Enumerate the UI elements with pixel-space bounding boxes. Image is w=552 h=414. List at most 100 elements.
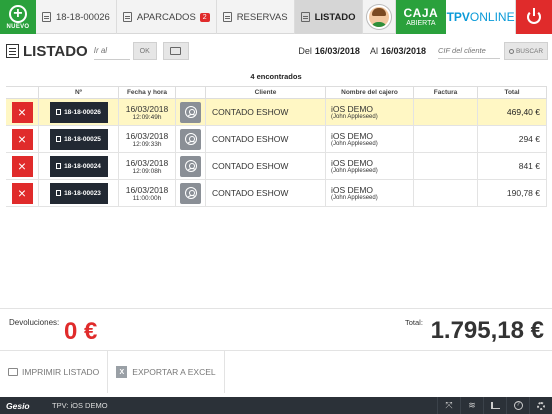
aparcados-count-badge: 2 — [199, 12, 210, 22]
cashier-cell: iOS DEMO (John Appleseed) — [326, 153, 414, 179]
to-date-field[interactable]: 16/03/2018 — [381, 46, 426, 56]
goto-input[interactable] — [93, 42, 130, 60]
from-date-label: Del — [298, 46, 312, 56]
client-name: CONTADO ESHOW — [212, 161, 289, 171]
delete-ticket-button[interactable]: × — [11, 182, 33, 204]
number-cell: 18-18-00026 — [39, 99, 119, 125]
returns-value: 0 € — [64, 318, 98, 345]
tpv-online-logo: TPV ONLINE — [446, 0, 517, 34]
from-date-field[interactable]: 16/03/2018 — [315, 46, 360, 56]
ok-button[interactable]: OK — [132, 42, 157, 60]
power-button[interactable] — [516, 0, 552, 34]
avatar — [366, 5, 391, 29]
date-cell: 16/03/2018 11:00:00h — [119, 180, 176, 206]
current-ticket-tab[interactable]: 18-18-00026 — [36, 0, 117, 34]
stats-button[interactable] — [483, 397, 506, 414]
document-icon — [56, 190, 62, 196]
print-list-button[interactable]: IMPRIMIR LISTADO — [0, 351, 109, 393]
ticket-number: 18-18-00026 — [64, 108, 101, 116]
print-ticket-button[interactable] — [162, 42, 189, 60]
delete-cell: × — [6, 99, 39, 125]
user-icon — [184, 160, 197, 172]
number-cell: 18-18-00023 — [39, 180, 119, 206]
tab-listado[interactable]: LISTADO — [294, 0, 363, 34]
ticket-number-button[interactable]: 18-18-00025 — [49, 128, 108, 150]
ticket-number-button[interactable]: 18-18-00026 — [49, 101, 108, 123]
current-ticket-label: 18-18-00026 — [55, 11, 110, 23]
settings-button[interactable] — [529, 397, 552, 414]
client-name: CONTADO ESHOW — [212, 134, 289, 144]
delete-ticket-button[interactable]: × — [11, 128, 33, 150]
table-row[interactable]: × 18-18-00026 16/03/2018 12:09:49h CONTAD… — [6, 99, 547, 126]
client-select-button[interactable] — [180, 101, 201, 123]
gear-icon — [537, 401, 545, 410]
header-date: Fecha y hora — [119, 87, 176, 98]
table-header: Nº Fecha y hora Cliente Nombre del cajer… — [6, 86, 547, 99]
export-excel-label: EXPORTAR A EXCEL — [132, 367, 216, 377]
user-avatar-button[interactable] — [363, 0, 396, 34]
top-bar: + NUEVO 18-18-00026 APARCADOS 2 RESERVAS… — [0, 0, 552, 34]
document-icon — [56, 136, 62, 142]
ticket-time: 12:09:33h — [132, 140, 162, 148]
user-icon — [184, 187, 197, 199]
table-row[interactable]: × 18-18-00023 16/03/2018 11:00:00h CONTAD… — [6, 180, 547, 207]
tab-aparcados[interactable]: APARCADOS 2 — [117, 0, 217, 34]
list-icon — [300, 12, 310, 22]
print-list-label: IMPRIMIR LISTADO — [22, 367, 100, 377]
new-ticket-button[interactable]: + NUEVO — [0, 0, 36, 34]
user-cell — [176, 99, 206, 125]
tab-reservas[interactable]: RESERVAS — [217, 0, 295, 34]
caja-status: ABIERTA — [406, 19, 436, 27]
to-date-label: Al — [369, 46, 378, 56]
list-toolbar: LISTADO OK Del 16/03/2018 Al 16/03/2018 … — [0, 38, 552, 64]
table-row[interactable]: × 18-18-00025 16/03/2018 12:09:33h CONTAD… — [6, 126, 547, 153]
client-select-button[interactable] — [180, 155, 201, 177]
user-cell — [176, 153, 206, 179]
ticket-number-button[interactable]: 18-18-00023 — [49, 182, 108, 204]
cashier-cell: iOS DEMO (John Appleseed) — [326, 99, 414, 125]
cashier-name: iOS DEMO — [331, 158, 374, 168]
ticket-date: 16/03/2018 — [125, 184, 169, 195]
user-icon — [184, 133, 197, 145]
client-cell: CONTADO ESHOW — [206, 153, 326, 179]
search-button[interactable]: BUSCAR — [504, 42, 548, 60]
header-cashier: Nombre del cajero — [326, 87, 414, 98]
document-icon — [41, 12, 51, 22]
help-button[interactable]: ? — [506, 397, 529, 414]
ticket-total: 190,78 € — [506, 188, 540, 198]
client-cell: CONTADO ESHOW — [206, 180, 326, 206]
total-label: Total: — [405, 318, 423, 327]
delete-ticket-button[interactable]: × — [11, 101, 33, 123]
ticket-date: 16/03/2018 — [125, 103, 169, 114]
client-select-button[interactable] — [180, 128, 201, 150]
cashier-cell: iOS DEMO (John Appleseed) — [326, 180, 414, 206]
ticket-number-button[interactable]: 18-18-00024 — [49, 155, 108, 177]
power-icon — [527, 8, 542, 24]
table-row[interactable]: × 18-18-00024 16/03/2018 12:09:08h CONTAD… — [6, 153, 547, 180]
ticket-date: 16/03/2018 — [125, 157, 169, 168]
export-excel-button[interactable]: X EXPORTAR A EXCEL — [108, 351, 225, 393]
ticket-total: 294 € — [518, 134, 540, 144]
fullscreen-button[interactable]: ⤧ — [437, 397, 460, 414]
cashier-cell: iOS DEMO (John Appleseed) — [326, 126, 414, 152]
logo-online-text: ONLINE — [469, 10, 515, 24]
signal-button[interactable]: ≋ — [460, 397, 483, 414]
total-cell: 469,40 € — [478, 99, 547, 125]
user-icon — [184, 106, 197, 118]
ticket-time: 11:00:00h — [132, 194, 162, 202]
document-icon — [122, 12, 132, 22]
cash-register-status-button[interactable]: CAJA ABIERTA — [395, 0, 447, 34]
client-select-button[interactable] — [180, 182, 201, 204]
cif-search-input[interactable] — [438, 43, 500, 59]
document-icon — [56, 109, 62, 115]
ticket-total: 469,40 € — [506, 107, 540, 117]
plus-icon: + — [8, 4, 27, 23]
date-cell: 16/03/2018 12:09:49h — [119, 99, 176, 125]
delete-ticket-button[interactable]: × — [11, 155, 33, 177]
bar-chart-icon — [490, 402, 500, 409]
printer-icon — [8, 368, 18, 376]
header-client: Cliente — [206, 87, 326, 98]
header-user — [176, 87, 206, 98]
summary-panel: Devoluciones: 0 € Total: 1.795,18 € — [0, 308, 552, 348]
total-value: 1.795,18 € — [430, 317, 544, 344]
